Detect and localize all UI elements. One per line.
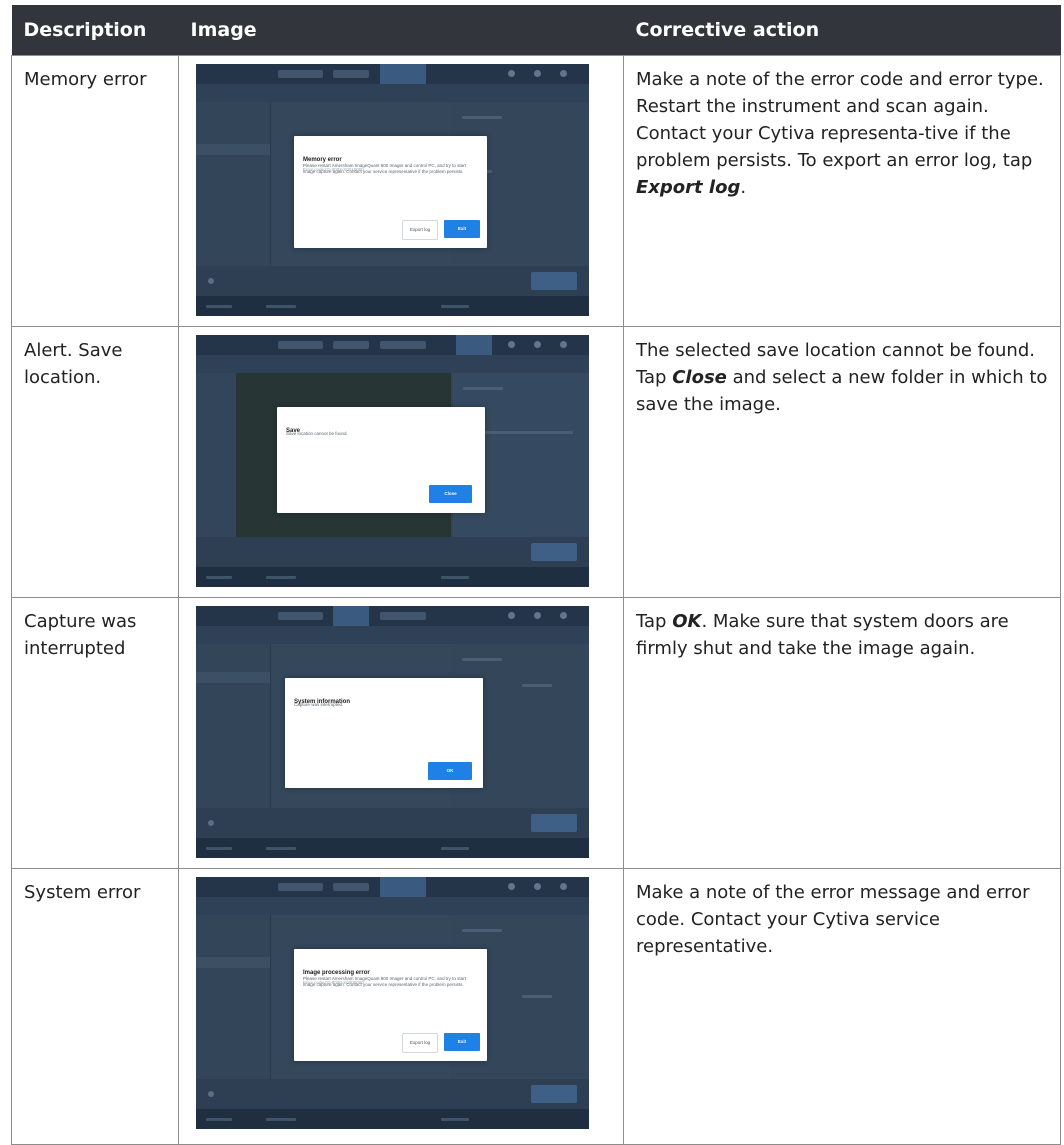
table-row: Alert. Save location. Save Save location…: [11, 326, 1061, 598]
close-button[interactable]: Close: [429, 485, 472, 503]
row-corrective-action: Make a note of the error message and err…: [623, 868, 1061, 1145]
error-dialog: Memory error Error code 01-0002-S0010000…: [294, 136, 487, 248]
row-description: System error: [11, 868, 179, 1145]
export-log-button[interactable]: Export log: [402, 220, 438, 240]
info-dialog: System information Capture was interrupt…: [285, 678, 483, 788]
action-emphasis-text: OK: [672, 611, 702, 632]
exit-button[interactable]: Exit: [444, 220, 480, 238]
row-corrective-action: The selected save location cannot be fou…: [623, 326, 1061, 598]
exit-button[interactable]: Exit: [444, 1033, 480, 1051]
header-image: Image: [178, 5, 624, 56]
table-row: Memory error Memory error Error code 01-…: [11, 55, 1061, 327]
screenshot-memory-error: Memory error Error code 01-0002-S0010000…: [196, 64, 589, 316]
dialog-message: Please restart Amersham ImageQuant 800 I…: [303, 976, 466, 987]
table-row: Capture was interrupted System informati…: [11, 597, 1061, 869]
action-emphasis-text: Export log: [636, 177, 741, 198]
action-text: Make a note of the error code and error …: [636, 69, 1044, 171]
app-top-bar: [196, 64, 589, 84]
header-description: Description: [11, 5, 179, 56]
row-description: Memory error: [11, 55, 179, 327]
header-corrective-action: Corrective action: [623, 5, 1061, 56]
dialog-message: Capture was interrupted.: [294, 702, 344, 707]
action-emphasis-text: Close: [672, 367, 727, 388]
troubleshooting-table: Description Image Corrective action Memo…: [11, 5, 1061, 1145]
screenshot-capture-interrupted: System information Capture was interrupt…: [196, 606, 589, 858]
row-corrective-action: Make a note of the error code and error …: [623, 55, 1061, 327]
row-image-cell: System information Capture was interrupt…: [178, 597, 624, 869]
row-description: Capture was interrupted: [11, 597, 179, 869]
ok-button[interactable]: OK: [428, 762, 472, 780]
row-corrective-action: Tap OK. Make sure that system doors are …: [623, 597, 1061, 869]
row-description: Alert. Save location.: [11, 326, 179, 598]
page: Description Image Corrective action Memo…: [0, 0, 1064, 1145]
screenshot-save-alert: Save Save location cannot be found. Clos…: [196, 335, 589, 587]
dialog-message: Please restart Amersham ImageQuant 800 I…: [303, 163, 466, 174]
screenshot-system-error: Image processing error Error code 01-800…: [196, 877, 589, 1129]
alert-dialog: Save Save location cannot be found. Clos…: [277, 407, 485, 513]
action-text: .: [740, 177, 747, 198]
table-header-row: Description Image Corrective action: [11, 5, 1061, 56]
table-row: System error Image processing error Erro…: [11, 868, 1061, 1145]
error-dialog: Image processing error Error code 01-800…: [294, 949, 487, 1061]
row-image-cell: Image processing error Error code 01-800…: [178, 868, 624, 1145]
export-log-button[interactable]: Export log: [402, 1033, 438, 1053]
action-text: Make a note of the error message and err…: [636, 882, 1030, 957]
dialog-message: Save location cannot be found.: [286, 431, 348, 436]
row-image-cell: Memory error Error code 01-0002-S0010000…: [178, 55, 624, 327]
row-image-cell: Save Save location cannot be found. Clos…: [178, 326, 624, 598]
action-text: Tap: [636, 611, 673, 632]
